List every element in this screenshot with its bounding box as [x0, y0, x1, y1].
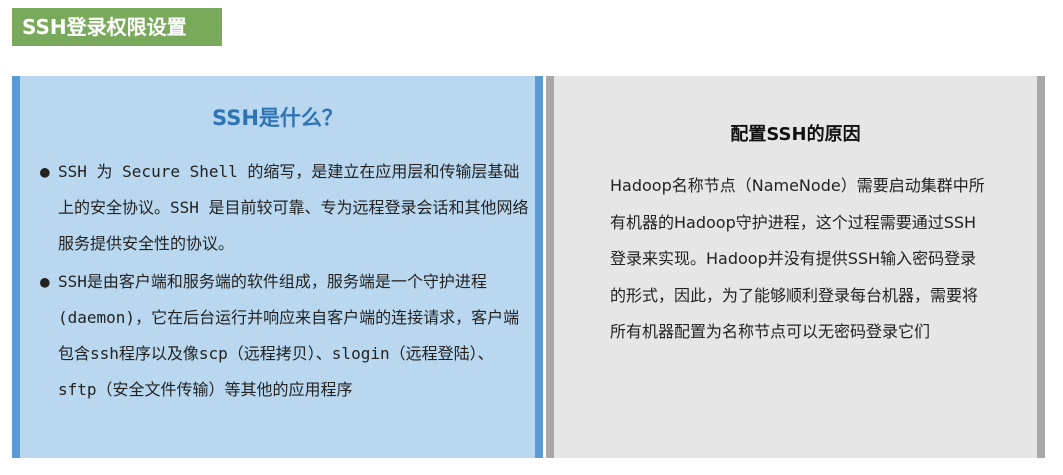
bullet-item: ● SSH是由客户端和服务端的软件组成，服务端是一个守护进程(daemon)，它…	[40, 264, 530, 408]
what-is-ssh-panel: SSH是什么？ ● SSH 为 Secure Shell 的缩写，是建立在应用层…	[12, 76, 543, 458]
why-configure-ssh-panel: 配置SSH的原因 Hadoop名称节点（NameNode）需要启动集群中所有机器…	[546, 76, 1045, 458]
why-configure-ssh-heading: 配置SSH的原因	[730, 124, 861, 145]
bullet-text: SSH 为 Secure Shell 的缩写，是建立在应用层和传输层基础上的安全…	[58, 162, 529, 253]
bullet-text: SSH是由客户端和服务端的软件组成，服务端是一个守护进程(daemon)，它在后…	[58, 272, 520, 399]
section-title: SSH登录权限设置	[12, 8, 222, 46]
why-configure-ssh-body: Hadoop名称节点（NameNode）需要启动集群中所有机器的Hadoop守护…	[610, 176, 985, 341]
bullet-dot-icon: ●	[40, 272, 50, 291]
bullet-dot-icon: ●	[40, 162, 50, 181]
what-is-ssh-heading: SSH是什么？	[212, 106, 343, 130]
bullet-item: ● SSH 为 Secure Shell 的缩写，是建立在应用层和传输层基础上的…	[40, 154, 530, 262]
